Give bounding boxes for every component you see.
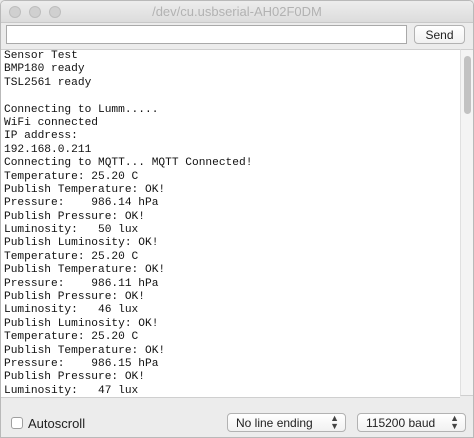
baud-rate-select[interactable]: 115200 baud ▲ ▼	[357, 413, 466, 432]
output-line: WiFi connected	[4, 116, 98, 129]
output-line: Pressure: 986.14 hPa	[4, 197, 159, 210]
output-line: Publish Pressure: OK!	[4, 291, 145, 304]
output-line: Sensor Test	[4, 50, 78, 62]
output-line: Publish Luminosity: OK!	[4, 237, 159, 250]
baud-rate-value: 115200 baud	[366, 416, 436, 430]
line-ending-select[interactable]: No line ending ▲ ▼	[227, 413, 346, 432]
output-line: Publish Temperature: OK!	[4, 344, 166, 357]
serial-monitor-window: /dev/cu.usbserial-AH02F0DM Send Sensor T…	[0, 0, 474, 438]
send-row: Send	[1, 23, 473, 48]
updown-arrows-icon: ▲ ▼	[330, 413, 339, 431]
output-line: Publish Luminosity: OK!	[4, 317, 159, 330]
output-line: Luminosity: 46 lux	[4, 304, 139, 317]
autoscroll-checkbox[interactable]	[11, 417, 23, 429]
updown-arrows-icon: ▲ ▼	[450, 413, 459, 431]
output-line: Connecting to Lumm.....	[4, 103, 159, 116]
output-line: Publish Temperature: OK!	[4, 183, 166, 196]
title-bar: /dev/cu.usbserial-AH02F0DM	[1, 1, 473, 23]
output-line: Publish Pressure: OK!	[4, 371, 145, 384]
line-ending-value: No line ending	[236, 416, 313, 430]
output-line: Pressure: 986.15 hPa	[4, 357, 159, 370]
output-line: Luminosity: 50 lux	[4, 224, 139, 237]
bottom-bar: Autoscroll No line ending ▲ ▼ 115200 baud…	[1, 409, 473, 437]
output-line: Temperature: 25.20 C	[4, 170, 139, 183]
scrollbar-thumb[interactable]	[464, 56, 471, 114]
output-line: Publish Pressure: OK!	[4, 210, 145, 223]
output-line: BMP180 ready	[4, 63, 85, 76]
output-line: IP address:	[4, 130, 78, 143]
output-scrollbar[interactable]	[460, 49, 473, 396]
output-line: Publish Temperature: OK!	[4, 264, 166, 277]
output-line: Temperature: 25.20 C	[4, 331, 139, 344]
output-line: Connecting to MQTT... MQTT Connected!	[4, 157, 253, 170]
send-button[interactable]: Send	[414, 25, 465, 44]
send-input[interactable]	[6, 25, 407, 44]
output-line: Luminosity: 47 lux	[4, 384, 139, 397]
autoscroll-label: Autoscroll	[28, 416, 86, 431]
output-line: Pressure: 986.11 hPa	[4, 277, 159, 290]
window-title: /dev/cu.usbserial-AH02F0DM	[152, 4, 322, 19]
output-line: TSL2561 ready	[4, 76, 92, 89]
output-line: 192.168.0.211	[4, 143, 92, 156]
serial-output[interactable]: Sensor Test BMP180 ready TSL2561 ready Conn…	[1, 49, 460, 398]
output-line: Temperature: 25.20 C	[4, 250, 139, 263]
